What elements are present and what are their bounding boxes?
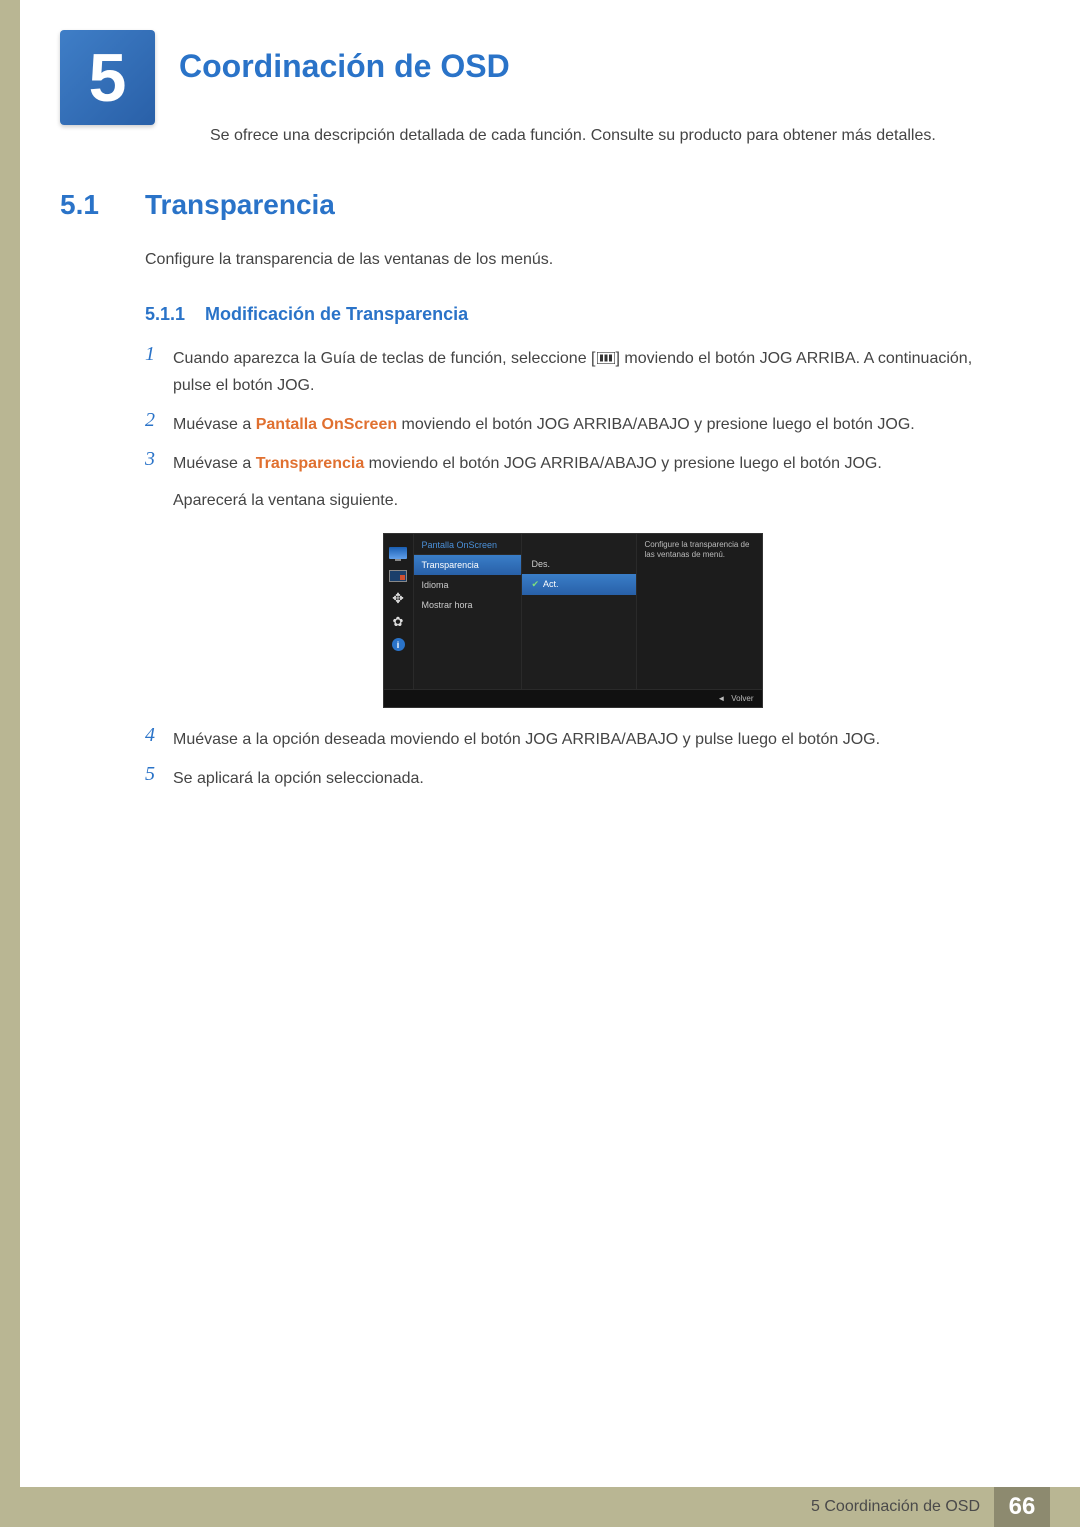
step-number: 2: [145, 409, 173, 438]
step-number: 4: [145, 724, 173, 753]
subsection-number: 5.1.1: [145, 304, 185, 325]
osd-menu-item-displaytime: Mostrar hora: [414, 595, 521, 615]
step-list: 1 Cuando aparezca la Guía de teclas de f…: [145, 345, 1000, 792]
step-item: 5 Se aplicará la opción seleccionada.: [145, 765, 1000, 792]
osd-screenshot: ✥ ✿ i Pantalla OnScreen Transparencia Id…: [383, 533, 763, 708]
osd-footer: ◄ Volver: [384, 689, 762, 707]
page-footer: 5 Coordinación de OSD 66: [0, 1487, 1080, 1527]
highlight-term: Transparencia: [256, 455, 365, 472]
step-number: 5: [145, 763, 173, 792]
info-icon: i: [389, 638, 407, 652]
step-text: Muévase a Transparencia moviendo el botó…: [173, 450, 1000, 514]
step-item: 4 Muévase a la opción deseada moviendo e…: [145, 726, 1000, 753]
osd-value-off: Des.: [522, 554, 636, 574]
section-title: Transparencia: [145, 189, 335, 221]
chapter-header: 5 Coordinación de OSD: [60, 30, 1000, 125]
section-header: 5.1 Transparencia: [90, 189, 1000, 221]
osd-menu-item-transparency: Transparencia: [414, 555, 521, 575]
osd-description-panel: Configure la transparencia de las ventan…: [637, 534, 762, 689]
osd-menu-column: Pantalla OnScreen Transparencia Idioma M…: [414, 534, 522, 689]
section-description: Configure la transparencia de las ventan…: [145, 251, 1000, 269]
step-text: Muévase a la opción deseada moviendo el …: [173, 726, 1000, 753]
section-number: 5.1: [60, 189, 145, 221]
step-number: 1: [145, 343, 173, 399]
picture-icon: [389, 569, 407, 583]
step-text: Muévase a Pantalla OnScreen moviendo el …: [173, 411, 1000, 438]
footer-chapter-label: 5 Coordinación de OSD: [811, 1498, 994, 1516]
step-item: 2 Muévase a Pantalla OnScreen moviendo e…: [145, 411, 1000, 438]
osd-menu-title: Pantalla OnScreen: [414, 534, 521, 555]
gear-icon: ✿: [389, 615, 407, 629]
step-number: 3: [145, 448, 173, 514]
monitor-icon: [389, 546, 407, 560]
back-arrow-icon: ◄: [717, 694, 725, 703]
step-text-part: Muévase a: [173, 455, 256, 472]
chapter-number-badge: 5: [60, 30, 155, 125]
check-icon: ✔: [532, 579, 540, 589]
osd-value-column: Des. ✔Act.: [522, 534, 637, 689]
footer-page-number: 66: [994, 1487, 1050, 1527]
subsection-header: 5.1.1 Modificación de Transparencia: [145, 304, 1000, 325]
highlight-term: Pantalla OnScreen: [256, 416, 397, 433]
osd-footer-label: Volver: [731, 694, 753, 703]
arrows-icon: ✥: [389, 592, 407, 606]
step-text-part: Muévase a: [173, 416, 256, 433]
osd-menu-item-language: Idioma: [414, 575, 521, 595]
step-item: 1 Cuando aparezca la Guía de teclas de f…: [145, 345, 1000, 399]
osd-sidebar: ✥ ✿ i: [384, 534, 414, 689]
chapter-title: Coordinación de OSD: [179, 48, 510, 85]
osd-value-on: ✔Act.: [522, 574, 636, 595]
chapter-subtitle: Se ofrece una descripción detallada de c…: [210, 123, 1000, 149]
subsection-title: Modificación de Transparencia: [205, 304, 468, 325]
step-text-part: Aparecerá la ventana siguiente.: [173, 492, 398, 509]
step-text-part: Cuando aparezca la Guía de teclas de fun…: [173, 350, 596, 367]
step-text-part: moviendo el botón JOG ARRIBA/ABAJO y pre…: [397, 416, 915, 433]
step-text-part: moviendo el botón JOG ARRIBA/ABAJO y pre…: [364, 455, 882, 472]
menu-icon: [596, 351, 616, 365]
step-text: Se aplicará la opción seleccionada.: [173, 765, 1000, 792]
osd-value-label: Act.: [543, 579, 559, 589]
step-item: 3 Muévase a Transparencia moviendo el bo…: [145, 450, 1000, 514]
step-text: Cuando aparezca la Guía de teclas de fun…: [173, 345, 1000, 399]
